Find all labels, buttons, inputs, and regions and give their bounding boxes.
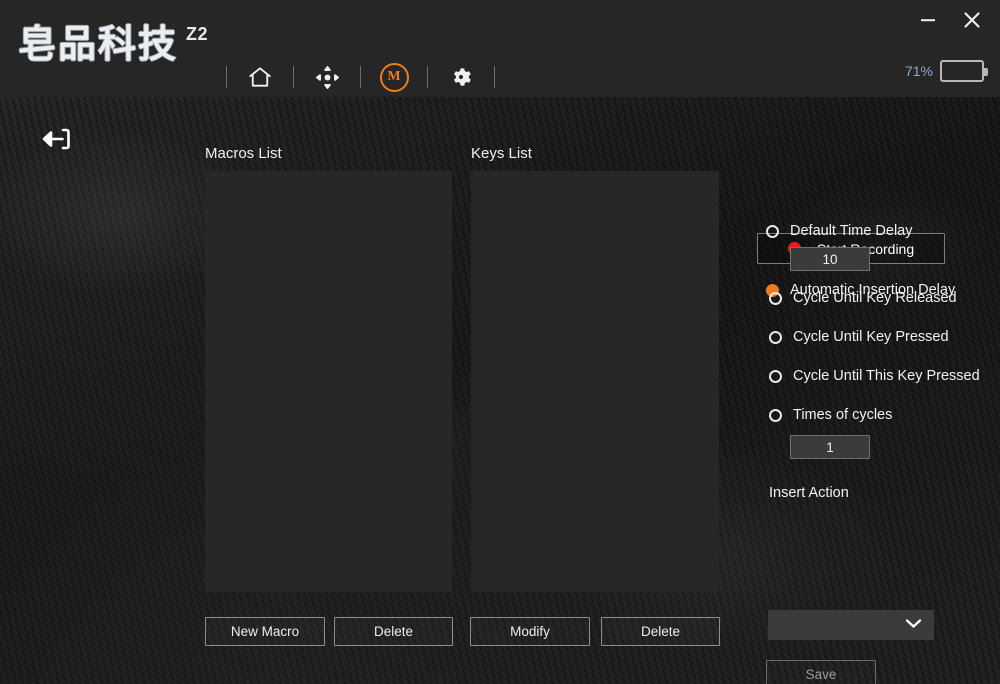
radio-label: Default Time Delay	[790, 223, 913, 239]
nav-dpi-button[interactable]	[310, 60, 344, 94]
nav-divider	[360, 66, 361, 88]
close-icon	[961, 9, 983, 36]
app-window: 皂品科技 Z2	[0, 0, 1000, 684]
radio-label: Cycle Until Key Pressed	[793, 329, 949, 345]
radio-label: Times of cycles	[793, 407, 892, 423]
radio-cycle-until-key-released[interactable]: Cycle Until Key Released	[769, 290, 957, 306]
home-icon	[247, 64, 273, 90]
nav-home-button[interactable]	[243, 60, 277, 94]
radio-cycle-until-this-key-pressed[interactable]: Cycle Until This Key Pressed	[769, 368, 980, 384]
gear-icon	[449, 65, 473, 89]
move-crosshair-icon	[314, 64, 341, 91]
battery-percent-label: 71%	[905, 63, 933, 79]
minimize-icon	[918, 10, 938, 35]
save-button[interactable]: Save	[766, 660, 876, 684]
close-button[interactable]	[958, 8, 986, 36]
window-controls	[914, 8, 986, 36]
chevron-down-icon	[905, 616, 922, 634]
main-navigation: M	[210, 58, 511, 96]
delete-key-button[interactable]: Delete	[601, 617, 720, 646]
new-macro-button[interactable]: New Macro	[205, 617, 325, 646]
battery-icon	[940, 60, 984, 82]
keys-list-label: Keys List	[471, 145, 532, 162]
keys-list-panel[interactable]	[471, 171, 719, 592]
radio-indicator	[769, 292, 782, 305]
default-time-delay-input[interactable]	[790, 247, 870, 271]
nav-divider	[427, 66, 428, 88]
modify-key-button[interactable]: Modify	[470, 617, 590, 646]
insert-action-select[interactable]	[768, 610, 934, 640]
radio-indicator	[766, 225, 779, 238]
radio-indicator	[769, 331, 782, 344]
insert-action-label: Insert Action	[769, 485, 849, 501]
macros-list-label: Macros List	[205, 145, 282, 162]
radio-label: Cycle Until Key Released	[793, 290, 957, 306]
minimize-button[interactable]	[914, 8, 942, 36]
battery-indicator: 71%	[905, 60, 984, 82]
radio-label: Cycle Until This Key Pressed	[793, 368, 980, 384]
brand-logo: 皂品科技 Z2	[18, 22, 208, 66]
times-of-cycles-input[interactable]	[790, 435, 870, 459]
radio-times-of-cycles[interactable]: Times of cycles	[769, 407, 892, 423]
nav-divider	[226, 66, 227, 88]
back-button[interactable]	[36, 123, 74, 155]
device-model-label: Z2	[186, 24, 208, 45]
nav-divider	[293, 66, 294, 88]
brand-logo-text: 皂品科技	[18, 22, 178, 66]
nav-settings-button[interactable]	[444, 60, 478, 94]
macros-list-panel[interactable]	[205, 171, 452, 592]
nav-macro-button[interactable]: M	[377, 60, 411, 94]
radio-indicator	[769, 370, 782, 383]
radio-indicator	[769, 409, 782, 422]
macro-icon: M	[380, 63, 409, 92]
nav-divider	[494, 66, 495, 88]
radio-cycle-until-key-pressed[interactable]: Cycle Until Key Pressed	[769, 329, 949, 345]
title-bar: 皂品科技 Z2	[0, 0, 1000, 97]
back-arrow-icon	[36, 142, 74, 159]
content-area: Macros List Keys List New Macro Delete M…	[0, 97, 1000, 684]
delete-macro-button[interactable]: Delete	[334, 617, 453, 646]
radio-default-time-delay[interactable]: Default Time Delay	[766, 223, 913, 239]
